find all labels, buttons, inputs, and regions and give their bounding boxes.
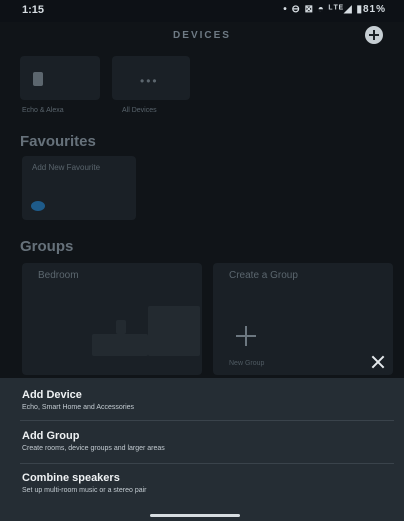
add-icon[interactable]	[365, 26, 383, 44]
bedroom-headboard-illustration	[148, 306, 200, 356]
sheet-item-subtitle: Echo, Smart Home and Accessories	[22, 404, 135, 411]
status-time: 1:15	[22, 4, 45, 16]
more-dots-icon: •••	[140, 74, 159, 88]
action-sheet: Add Device Echo, Smart Home and Accessor…	[0, 378, 404, 521]
sheet-item-subtitle: Create rooms, device groups and larger a…	[22, 445, 165, 452]
sheet-item-subtitle: Set up multi-room music or a stereo pair	[22, 487, 147, 494]
status-icons: • ⊖ ⊠ ◓ ᴸᵀᴱ◢ ▮81%	[283, 4, 386, 15]
sheet-item-title: Combine speakers	[22, 472, 120, 484]
sheet-item-add-group[interactable]: Add Group Create rooms, device groups an…	[0, 421, 404, 463]
tile-all-devices-label: All Devices	[122, 107, 157, 114]
tile-echo-alexa[interactable]	[20, 56, 100, 100]
tile-echo-alexa-label: Echo & Alexa	[22, 107, 64, 114]
sheet-item-title: Add Device	[22, 389, 82, 401]
bedroom-lamp-illustration	[116, 320, 126, 334]
group-create-label: Create a Group	[229, 270, 298, 281]
favourites-heading: Favourites	[20, 133, 96, 150]
sheet-item-add-device[interactable]: Add Device Echo, Smart Home and Accessor…	[0, 378, 404, 420]
add-favourite-label: Add New Favourite	[32, 163, 101, 172]
gesture-nav-handle[interactable]	[150, 514, 240, 517]
status-bar: 1:15 • ⊖ ⊠ ◓ ᴸᵀᴱ◢ ▮81%	[0, 0, 404, 22]
page-title: DEVICES	[173, 30, 231, 41]
sheet-item-title: Add Group	[22, 430, 80, 442]
bedroom-bed-illustration	[92, 334, 148, 356]
add-favourite-icon	[31, 201, 45, 211]
groups-heading: Groups	[20, 238, 74, 255]
echo-device-icon	[33, 72, 43, 86]
plus-icon[interactable]	[236, 326, 256, 346]
close-icon[interactable]	[370, 354, 386, 370]
sheet-item-combine-speakers[interactable]: Combine speakers Set up multi-room music…	[0, 464, 404, 506]
new-group-label: New Group	[229, 360, 265, 367]
group-bedroom-label: Bedroom	[38, 270, 79, 281]
app-screen: 1:15 • ⊖ ⊠ ◓ ᴸᵀᴱ◢ ▮81% DEVICES Echo & Al…	[0, 0, 404, 521]
